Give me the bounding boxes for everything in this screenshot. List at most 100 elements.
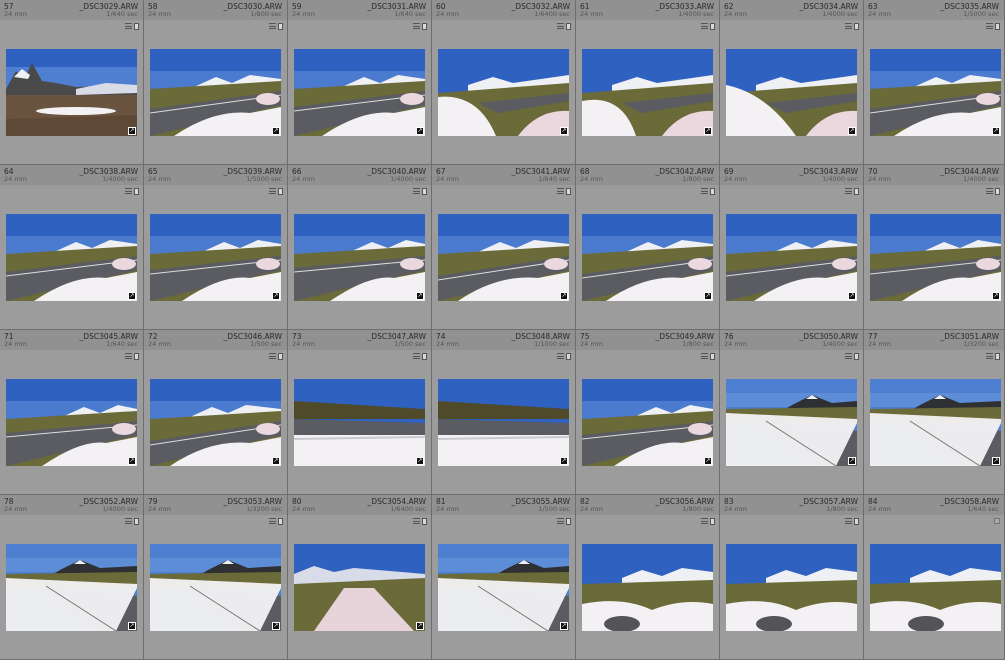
develop-settings-icon[interactable]: ↗ <box>560 457 568 465</box>
photo-thumbnail[interactable]: ↗ <box>582 379 713 466</box>
grid-cell[interactable]: 68 _DSC3042.ARW 24 mm 1/800 sec ↗ <box>576 165 720 330</box>
metadata-icon[interactable] <box>986 188 993 194</box>
photo-thumbnail[interactable]: ↗ <box>870 214 1001 301</box>
metadata-icon[interactable] <box>845 353 852 359</box>
grid-cell[interactable]: 83 _DSC3057.ARW 24 mm 1/800 sec <box>720 495 864 660</box>
develop-settings-icon[interactable]: ↗ <box>416 127 424 135</box>
grid-cell[interactable]: 81 _DSC3055.ARW 24 mm 1/500 sec ↗ <box>432 495 576 660</box>
metadata-icon[interactable] <box>557 188 564 194</box>
metadata-icon[interactable] <box>125 518 132 524</box>
metadata-icon[interactable] <box>269 518 276 524</box>
metadata-icon[interactable] <box>125 353 132 359</box>
develop-settings-icon[interactable]: ↗ <box>992 457 1000 465</box>
metadata-icon[interactable] <box>701 23 708 29</box>
metadata-icon[interactable] <box>845 518 852 524</box>
photo-thumbnail[interactable]: ↗ <box>150 544 281 631</box>
document-icon[interactable] <box>134 22 139 30</box>
metadata-icon[interactable] <box>269 23 276 29</box>
document-icon[interactable] <box>710 517 715 525</box>
photo-thumbnail[interactable]: ↗ <box>582 214 713 301</box>
photo-thumbnail[interactable]: ↗ <box>726 214 857 301</box>
photo-thumbnail[interactable]: ↗ <box>438 379 569 466</box>
document-icon[interactable] <box>566 517 571 525</box>
grid-cell[interactable]: 82 _DSC3056.ARW 24 mm 1/800 sec <box>576 495 720 660</box>
grid-cell[interactable]: 65 _DSC3039.ARW 24 mm 1/5000 sec ↗ <box>144 165 288 330</box>
photo-thumbnail[interactable]: ↗ <box>294 544 425 631</box>
document-icon[interactable] <box>278 22 283 30</box>
grid-cell[interactable]: 62 _DSC3034.ARW 24 mm 1/4000 sec ↗ <box>720 0 864 165</box>
metadata-icon[interactable] <box>413 188 420 194</box>
metadata-icon[interactable] <box>986 23 993 29</box>
grid-cell[interactable]: 58 _DSC3030.ARW 24 mm 1/800 sec ↗ <box>144 0 288 165</box>
metadata-icon[interactable] <box>845 188 852 194</box>
photo-thumbnail[interactable]: ↗ <box>294 214 425 301</box>
grid-cell[interactable]: 80 _DSC3054.ARW 24 mm 1/6400 sec ↗ <box>288 495 432 660</box>
develop-settings-icon[interactable]: ↗ <box>560 292 568 300</box>
develop-settings-icon[interactable]: ↗ <box>416 457 424 465</box>
document-icon[interactable] <box>278 517 283 525</box>
grid-cell[interactable]: 70 _DSC3044.ARW 24 mm 1/4000 sec ↗ <box>864 165 1005 330</box>
photo-thumbnail[interactable]: ↗ <box>150 214 281 301</box>
document-icon[interactable] <box>134 517 139 525</box>
metadata-icon[interactable] <box>557 23 564 29</box>
develop-settings-icon[interactable]: ↗ <box>128 622 136 630</box>
metadata-icon[interactable] <box>557 518 564 524</box>
grid-cell[interactable]: 79 _DSC3053.ARW 24 mm 1/3200 sec ↗ <box>144 495 288 660</box>
develop-settings-icon[interactable]: ↗ <box>560 622 568 630</box>
document-icon[interactable] <box>995 352 1000 360</box>
develop-settings-icon[interactable]: ↗ <box>272 292 280 300</box>
metadata-icon[interactable] <box>269 353 276 359</box>
document-icon[interactable] <box>995 22 1000 30</box>
develop-settings-icon[interactable]: ↗ <box>272 127 280 135</box>
grid-cell[interactable]: 66 _DSC3040.ARW 24 mm 1/4000 sec ↗ <box>288 165 432 330</box>
grid-cell[interactable]: 84 _DSC3058.ARW 24 mm 1/640 sec <box>864 495 1005 660</box>
document-icon[interactable] <box>422 352 427 360</box>
empty-badge-icon[interactable] <box>994 518 1000 524</box>
metadata-icon[interactable] <box>701 188 708 194</box>
develop-settings-icon[interactable]: ↗ <box>128 292 136 300</box>
develop-settings-icon[interactable]: ↗ <box>848 292 856 300</box>
develop-settings-icon[interactable]: ↗ <box>848 127 856 135</box>
photo-thumbnail[interactable] <box>582 544 713 631</box>
grid-cell[interactable]: 78 _DSC3052.ARW 24 mm 1/4000 sec ↗ <box>0 495 144 660</box>
metadata-icon[interactable] <box>413 518 420 524</box>
document-icon[interactable] <box>854 517 859 525</box>
grid-cell[interactable]: 74 _DSC3048.ARW 24 mm 1/1000 sec ↗ <box>432 330 576 495</box>
photo-thumbnail[interactable]: ↗ <box>726 49 857 136</box>
grid-cell[interactable]: 59 _DSC3031.ARW 24 mm 1/640 sec ↗ <box>288 0 432 165</box>
photo-thumbnail[interactable]: ↗ <box>870 379 1001 466</box>
document-icon[interactable] <box>854 352 859 360</box>
photo-thumbnail[interactable]: ↗ <box>438 544 569 631</box>
photo-thumbnail[interactable]: ↗ <box>438 214 569 301</box>
document-icon[interactable] <box>422 517 427 525</box>
grid-cell[interactable]: 76 _DSC3050.ARW 24 mm 1/4000 sec ↗ <box>720 330 864 495</box>
document-icon[interactable] <box>995 187 1000 195</box>
document-icon[interactable] <box>710 187 715 195</box>
develop-settings-icon[interactable]: ↗ <box>704 127 712 135</box>
photo-thumbnail[interactable]: ↗ <box>6 544 137 631</box>
metadata-icon[interactable] <box>701 518 708 524</box>
develop-settings-icon[interactable]: ↗ <box>272 457 280 465</box>
photo-thumbnail[interactable]: ↗ <box>150 379 281 466</box>
metadata-icon[interactable] <box>269 188 276 194</box>
develop-settings-icon[interactable]: ↗ <box>992 292 1000 300</box>
grid-cell[interactable]: 57 _DSC3029.ARW 24 mm 1/640 sec ↗ <box>0 0 144 165</box>
photo-thumbnail[interactable]: ↗ <box>726 379 857 466</box>
grid-cell[interactable]: 71 _DSC3045.ARW 24 mm 1/640 sec ↗ <box>0 330 144 495</box>
metadata-icon[interactable] <box>701 353 708 359</box>
photo-thumbnail[interactable]: ↗ <box>6 49 137 136</box>
metadata-icon[interactable] <box>557 353 564 359</box>
develop-settings-icon[interactable]: ↗ <box>704 292 712 300</box>
grid-cell[interactable]: 77 _DSC3051.ARW 24 mm 1/3200 sec ↗ <box>864 330 1005 495</box>
document-icon[interactable] <box>710 352 715 360</box>
grid-cell[interactable]: 67 _DSC3041.ARW 24 mm 1/640 sec ↗ <box>432 165 576 330</box>
document-icon[interactable] <box>278 352 283 360</box>
develop-settings-icon[interactable]: ↗ <box>272 622 280 630</box>
photo-thumbnail[interactable]: ↗ <box>582 49 713 136</box>
metadata-icon[interactable] <box>125 188 132 194</box>
photo-thumbnail[interactable]: ↗ <box>294 379 425 466</box>
document-icon[interactable] <box>566 22 571 30</box>
photo-thumbnail[interactable] <box>870 544 1001 631</box>
document-icon[interactable] <box>710 22 715 30</box>
document-icon[interactable] <box>422 187 427 195</box>
